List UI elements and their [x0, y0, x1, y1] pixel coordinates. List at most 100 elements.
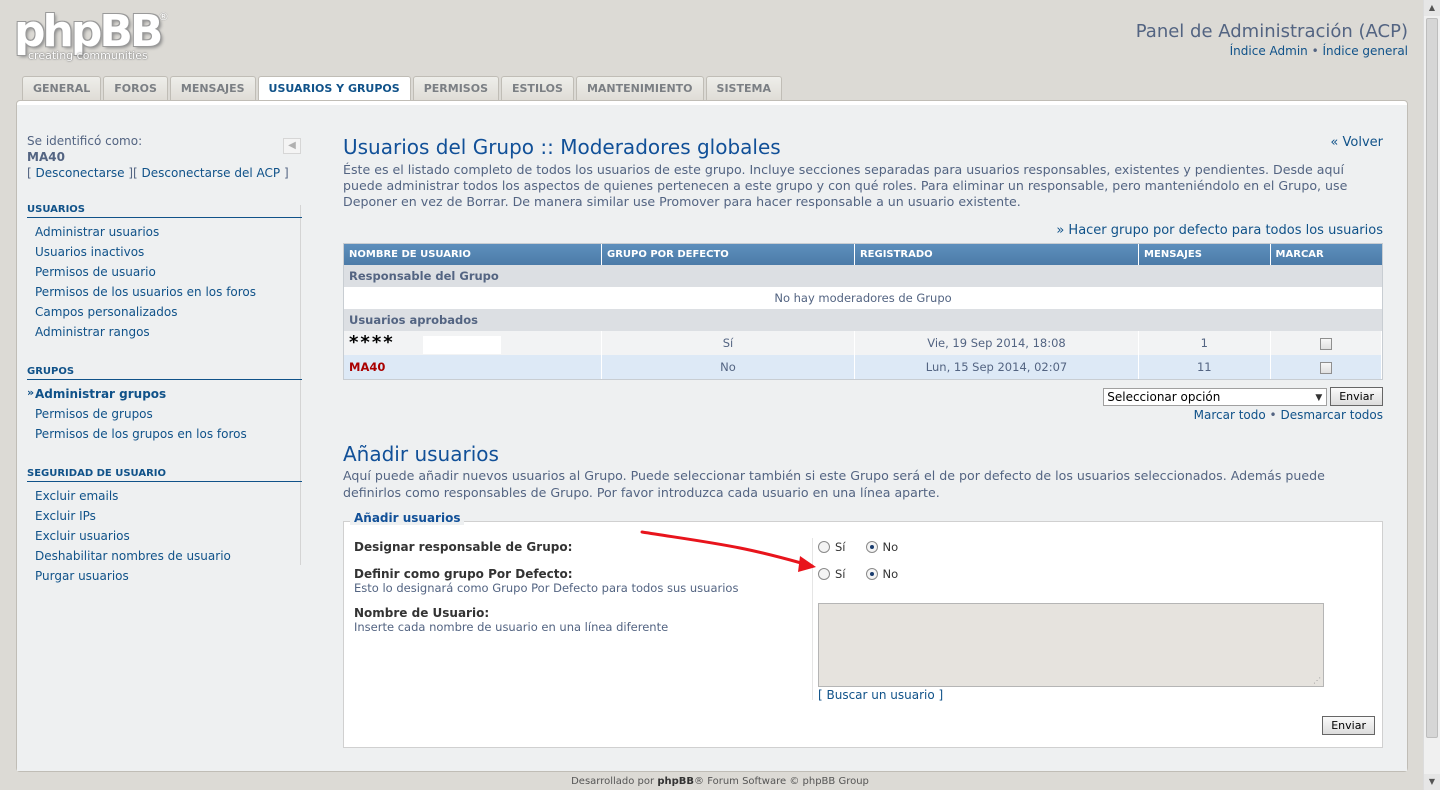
menu-item-disallow-usernames[interactable]: Deshabilitar nombres de usuario: [27, 546, 302, 566]
username-label: Nombre de Usuario: Inserte cada nombre d…: [354, 606, 668, 634]
menu-item-group-permissions[interactable]: Permisos de grupos: [27, 404, 302, 424]
header-links: Índice Admin • Índice general: [1230, 44, 1408, 58]
redaction-box: [422, 335, 501, 354]
find-user-link[interactable]: [ Buscar un usuario ]: [818, 688, 943, 702]
back-link[interactable]: « Volver: [1330, 135, 1383, 150]
username-link[interactable]: MA40: [349, 360, 385, 374]
approved-section-row: Usuarios aprobados: [344, 309, 1382, 331]
sidebar: Se identificó como: MA40 [ Desconectarse…: [27, 134, 302, 586]
scroll-thumb[interactable]: [1426, 18, 1438, 738]
username-cell: MA40: [344, 355, 602, 379]
tab-system[interactable]: Sistema: [705, 76, 782, 100]
page-scrollbar[interactable]: ▲ ▼: [1423, 0, 1440, 790]
leader-no-option[interactable]: No: [865, 540, 899, 554]
logout-links: [ Desconectarse ][ Desconectarse del ACP…: [27, 166, 302, 180]
menu-item-prune-users[interactable]: Purgar usuarios: [27, 566, 302, 586]
menu-item-inactive-users[interactable]: Usuarios inactivos: [27, 242, 302, 262]
col-registered: Registrado: [854, 244, 1140, 265]
add-users-submit-button[interactable]: Enviar: [1322, 716, 1375, 735]
menu-heading-security: Seguridad de usuario: [27, 468, 302, 482]
admin-index-link[interactable]: Índice Admin: [1230, 44, 1308, 58]
logo-registered-mark: ®: [158, 10, 169, 23]
add-users-title: Añadir usuarios: [343, 442, 499, 466]
username-label-text: Nombre de Usuario:: [354, 606, 490, 620]
tab-users-groups[interactable]: Usuarios y Grupos: [257, 76, 411, 101]
header-link-separator: •: [1307, 44, 1323, 58]
acp-title: Panel de Administración (ACP): [1135, 21, 1408, 42]
col-mark: Marcar: [1270, 244, 1382, 265]
bracket-close: ]: [280, 166, 289, 180]
username-cell: ****: [344, 331, 602, 355]
no-leaders-row: No hay moderadores de Grupo: [344, 287, 1382, 309]
make-default-group-link[interactable]: » Hacer grupo por defecto para todos los…: [343, 223, 1383, 238]
menu-item-manage-ranks[interactable]: Administrar rangos: [27, 322, 302, 342]
tab-forums[interactable]: Foros: [103, 76, 168, 100]
logout-link[interactable]: Desconectarse: [36, 166, 125, 180]
footer: Desarrollado por phpBB® Forum Software ©…: [0, 776, 1440, 787]
leader-yes-label: Sí: [835, 540, 846, 554]
leader-no-label: No: [882, 540, 899, 554]
default-no-option[interactable]: No: [865, 567, 898, 581]
mark-checkbox[interactable]: [1319, 361, 1332, 374]
mark-links: Marcar todo • Desmarcar todos: [343, 408, 1383, 422]
menu-item-manage-groups[interactable]: Administrar grupos: [27, 384, 302, 404]
col-default-group: Grupo por defecto: [601, 244, 855, 265]
default-yes-label: Sí: [835, 567, 846, 581]
mark-checkbox[interactable]: [1319, 337, 1332, 350]
usernames-textarea[interactable]: ⋰: [818, 603, 1324, 687]
scroll-down-icon[interactable]: ▼: [1424, 774, 1440, 790]
approved-section-label: Usuarios aprobados: [344, 309, 1382, 331]
no-leaders-text: No hay moderadores de Grupo: [344, 287, 1382, 309]
action-select[interactable]: Seleccionar opción ▼: [1103, 387, 1328, 406]
menu-item-manage-users[interactable]: Administrar usuarios: [27, 222, 302, 242]
logo-tagline: creating communities: [28, 49, 148, 62]
phpbb-logo[interactable]: phpBB ® creating communities: [14, 8, 174, 64]
default-yes-option[interactable]: Sí: [818, 567, 846, 581]
page-title: Usuarios del Grupo :: Moderadores global…: [343, 135, 781, 159]
logout-acp-link[interactable]: Desconectarse del ACP: [142, 166, 281, 180]
footer-prefix: Desarrollado por: [571, 776, 658, 787]
menu-item-custom-fields[interactable]: Campos personalizados: [27, 302, 302, 322]
menu-item-user-forum-permissions[interactable]: Permisos de los usuarios en los foros: [27, 282, 302, 302]
tab-general[interactable]: General: [22, 76, 102, 100]
bracket-mid: ][: [124, 166, 142, 180]
menu-item-ban-users[interactable]: Excluir usuarios: [27, 526, 302, 546]
leader-label: Designar responsable de Grupo:: [354, 540, 572, 554]
resize-grip-icon[interactable]: ⋰: [1313, 676, 1321, 685]
logged-in-username: MA40: [27, 150, 65, 164]
menu-heading-users: Usuarios: [27, 204, 302, 218]
username-masked[interactable]: ****: [349, 332, 395, 353]
general-index-link[interactable]: Índice general: [1323, 44, 1409, 58]
tab-styles[interactable]: Estilos: [501, 76, 574, 100]
default-group-hint: Esto lo designará como Grupo Por Defecto…: [354, 581, 739, 595]
unmark-all-link[interactable]: Desmarcar todos: [1280, 408, 1383, 422]
add-users-description: Aquí puede añadir nuevos usuarios al Gru…: [343, 468, 1325, 500]
default-no-radio[interactable]: [865, 568, 878, 580]
mark-all-link[interactable]: Marcar todo: [1194, 408, 1266, 422]
tab-posts[interactable]: Mensajes: [169, 76, 256, 100]
menu-item-ban-emails[interactable]: Excluir emails: [27, 486, 302, 506]
leader-no-radio[interactable]: [865, 541, 878, 553]
footer-suffix: ® Forum Software © phpBB Group: [694, 776, 869, 787]
scroll-up-icon[interactable]: ▲: [1424, 0, 1440, 16]
default-group-cell: No: [601, 355, 855, 379]
menu-item-group-forum-permissions[interactable]: Permisos de los grupos en los foros: [27, 424, 302, 444]
logged-in-label: Se identificó como:: [27, 134, 143, 148]
registered-cell: Lun, 15 Sep 2014, 02:07: [854, 355, 1140, 379]
leader-yes-option[interactable]: Sí: [818, 540, 846, 554]
leader-label-text: Designar responsable de Grupo:: [354, 540, 573, 554]
tab-permissions[interactable]: Permisos: [412, 76, 499, 100]
submit-action-button[interactable]: Enviar: [1330, 387, 1383, 406]
default-group-radio-group: Sí No: [818, 567, 918, 581]
menu-item-ban-ips[interactable]: Excluir IPs: [27, 506, 302, 526]
menu-item-user-permissions[interactable]: Permisos de usuario: [27, 262, 302, 282]
leaders-section-row: Responsable del Grupo: [344, 265, 1382, 287]
table-row: **** Sí Vie, 19 Sep 2014, 18:08 1: [344, 331, 1382, 355]
table-header-row: Nombre de usuario Grupo por defecto Regi…: [344, 244, 1382, 265]
leaders-section-label: Responsable del Grupo: [344, 265, 1382, 287]
tab-maintenance[interactable]: Mantenimiento: [575, 76, 704, 100]
mark-cell: [1270, 355, 1382, 379]
table-row: MA40 No Lun, 15 Sep 2014, 02:07 11: [344, 355, 1382, 379]
footer-brand-link[interactable]: phpBB: [657, 776, 694, 787]
menu-heading-groups: Grupos: [27, 366, 302, 380]
